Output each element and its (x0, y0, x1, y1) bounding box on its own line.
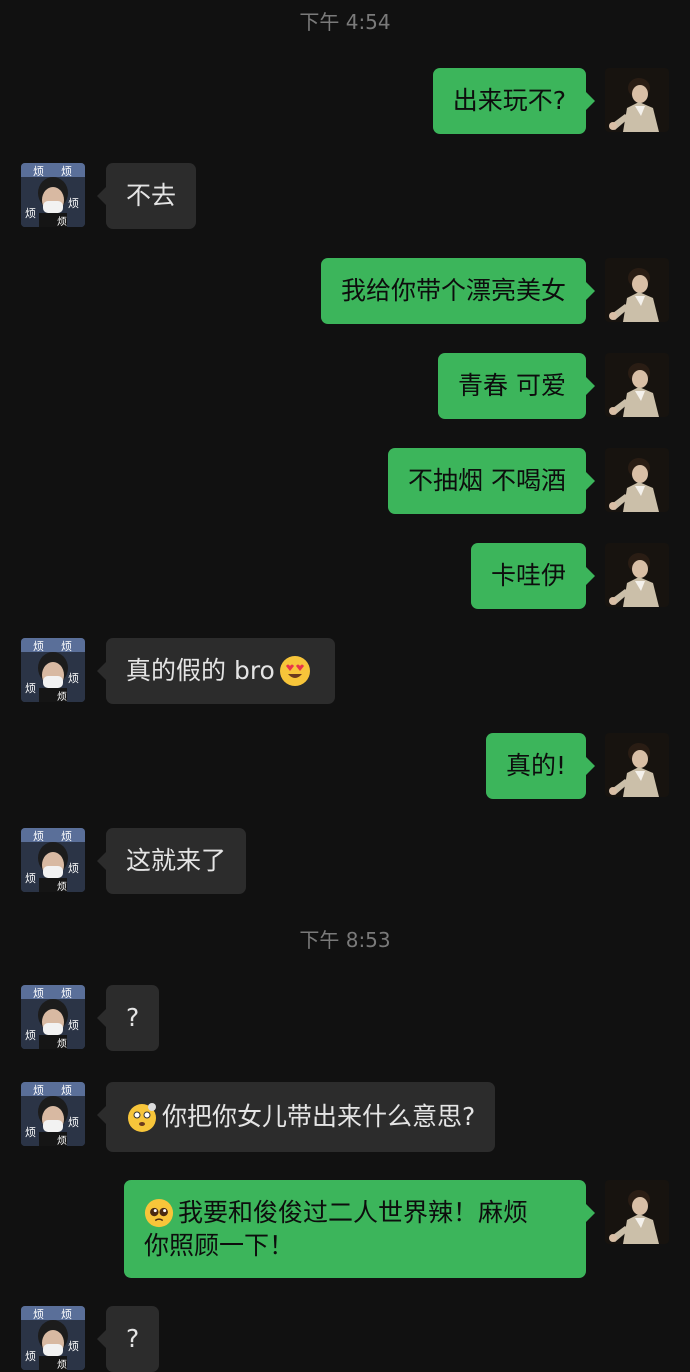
message-text: 你把你女儿带出来什么意思? (162, 1102, 476, 1131)
incoming-bubble[interactable]: 真的假的 bro (97, 638, 335, 704)
my-avatar[interactable] (605, 733, 669, 797)
timestamp: 下午 4:54 (299, 10, 391, 34)
my-avatar[interactable] (605, 448, 669, 512)
outgoing-bubble[interactable]: 不抽烟 不喝酒 (388, 448, 595, 514)
incoming-bubble[interactable]: 不去 (96, 163, 197, 229)
friend-avatar[interactable] (21, 1082, 85, 1146)
my-avatar[interactable] (605, 68, 669, 132)
my-avatar[interactable] (605, 353, 669, 417)
friend-avatar[interactable] (21, 1306, 85, 1370)
friend-avatar[interactable] (21, 985, 85, 1049)
outgoing-bubble[interactable]: 青春 可爱 (438, 353, 595, 419)
outgoing-bubble[interactable]: 我给你带个漂亮美女 (320, 258, 596, 324)
outgoing-bubble[interactable]: 出来玩不? (432, 68, 596, 134)
my-avatar[interactable] (605, 543, 669, 607)
incoming-bubble[interactable]: 你把你女儿带出来什么意思? (96, 1082, 496, 1152)
incoming-bubble[interactable]: 这就来了 (96, 828, 247, 894)
timestamp: 下午 8:53 (299, 928, 391, 952)
incoming-bubble[interactable]: ? (96, 1306, 160, 1372)
my-avatar[interactable] (605, 258, 669, 322)
my-avatar[interactable] (605, 1180, 669, 1244)
outgoing-bubble[interactable]: 卡哇伊 (470, 543, 596, 609)
pleading-face-emoji-icon (144, 1198, 174, 1228)
heart-eyes-emoji-icon (279, 655, 311, 687)
friend-avatar[interactable] (21, 638, 85, 702)
message-text-line-1: 我要和俊俊过二人世界辣！麻烦 (178, 1198, 529, 1227)
incoming-bubble[interactable]: ? (96, 985, 160, 1051)
outgoing-bubble[interactable]: 我要和俊俊过二人世界辣！麻烦 你照顾一下！ (124, 1180, 595, 1278)
friend-avatar[interactable] (21, 163, 85, 227)
dizzy-face-emoji-icon (126, 1101, 158, 1133)
message-text-line-2: 你照顾一下！ (144, 1231, 295, 1260)
friend-avatar[interactable] (21, 828, 85, 892)
message-text: 真的假的 bro (126, 656, 275, 685)
outgoing-bubble[interactable]: 真的! (485, 733, 596, 799)
